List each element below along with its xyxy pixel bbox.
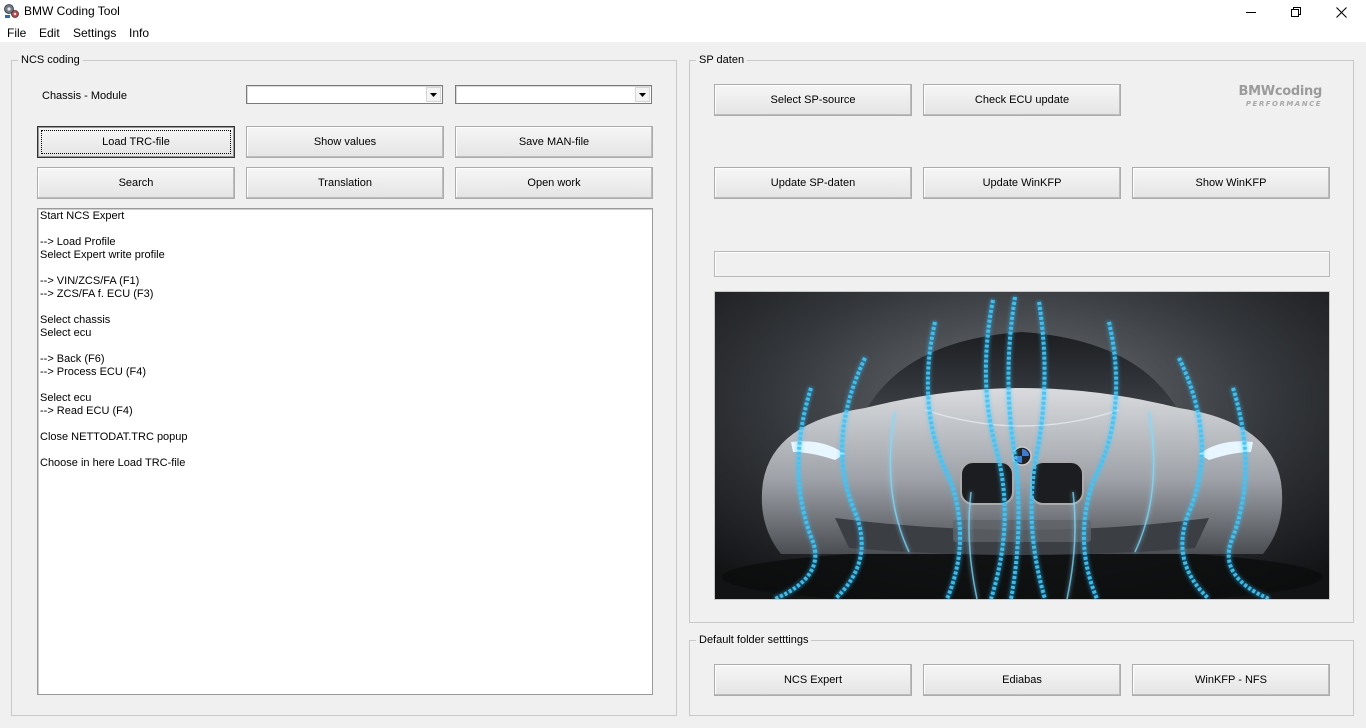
ncs-coding-group-title: NCS coding [18,53,83,67]
sp-progress-bar [714,251,1330,277]
update-winkfp-button[interactable]: Update WinKFP [923,167,1121,199]
save-man-file-button[interactable]: Save MAN-file [455,126,653,158]
minimize-button[interactable] [1228,0,1274,24]
menu-info[interactable]: Info [129,26,149,40]
translation-button[interactable]: Translation [246,167,444,199]
chevron-down-icon [639,92,646,97]
bmwcoding-logo: BMWcoding PERFORMANCE [1210,84,1323,108]
close-icon [1335,6,1347,18]
search-button[interactable]: Search [37,167,235,199]
window-title: BMW Coding Tool [24,4,120,18]
chassis-select-arrow[interactable] [426,87,441,102]
bmw-tool-icon [4,4,19,18]
restore-icon [1291,7,1301,17]
minimize-icon [1246,12,1256,13]
ncs-expert-folder-button[interactable]: NCS Expert [714,664,912,696]
module-select-arrow[interactable] [635,87,650,102]
ncs-log-textarea[interactable]: Start NCS Expert --> Load Profile Select… [37,208,653,695]
menu-file[interactable]: File [7,26,26,40]
open-work-button[interactable]: Open work [455,167,653,199]
title-bar: BMW Coding Tool [0,0,1366,24]
menu-settings[interactable]: Settings [73,26,116,40]
winkfp-nfs-folder-button[interactable]: WinKFP - NFS [1132,664,1330,696]
chassis-module-label: Chassis - Module [42,90,127,102]
restore-button[interactable] [1273,0,1319,24]
chassis-select[interactable] [246,85,443,104]
show-winkfp-button[interactable]: Show WinKFP [1132,167,1330,199]
logo-main-text: BMWcoding [1238,84,1323,99]
ediabas-folder-button[interactable]: Ediabas [923,664,1121,696]
sp-daten-group-title: SP daten [696,53,748,67]
load-trc-file-button[interactable]: Load TRC-file [37,126,235,158]
logo-sub-text: PERFORMANCE [1245,100,1322,108]
update-sp-daten-button[interactable]: Update SP-daten [714,167,912,199]
chevron-down-icon [430,92,437,97]
show-values-button[interactable]: Show values [246,126,444,158]
module-select[interactable] [455,85,652,104]
close-button[interactable] [1318,0,1364,24]
check-ecu-update-button[interactable]: Check ECU update [923,84,1121,116]
select-sp-source-button[interactable]: Select SP-source [714,84,912,116]
menu-edit[interactable]: Edit [39,26,60,40]
default-folder-group-title: Default folder setttings [696,633,812,647]
menu-bar: File Edit Settings Info [0,24,1366,42]
car-image [714,291,1330,600]
bmw-car-illustration [715,292,1329,599]
